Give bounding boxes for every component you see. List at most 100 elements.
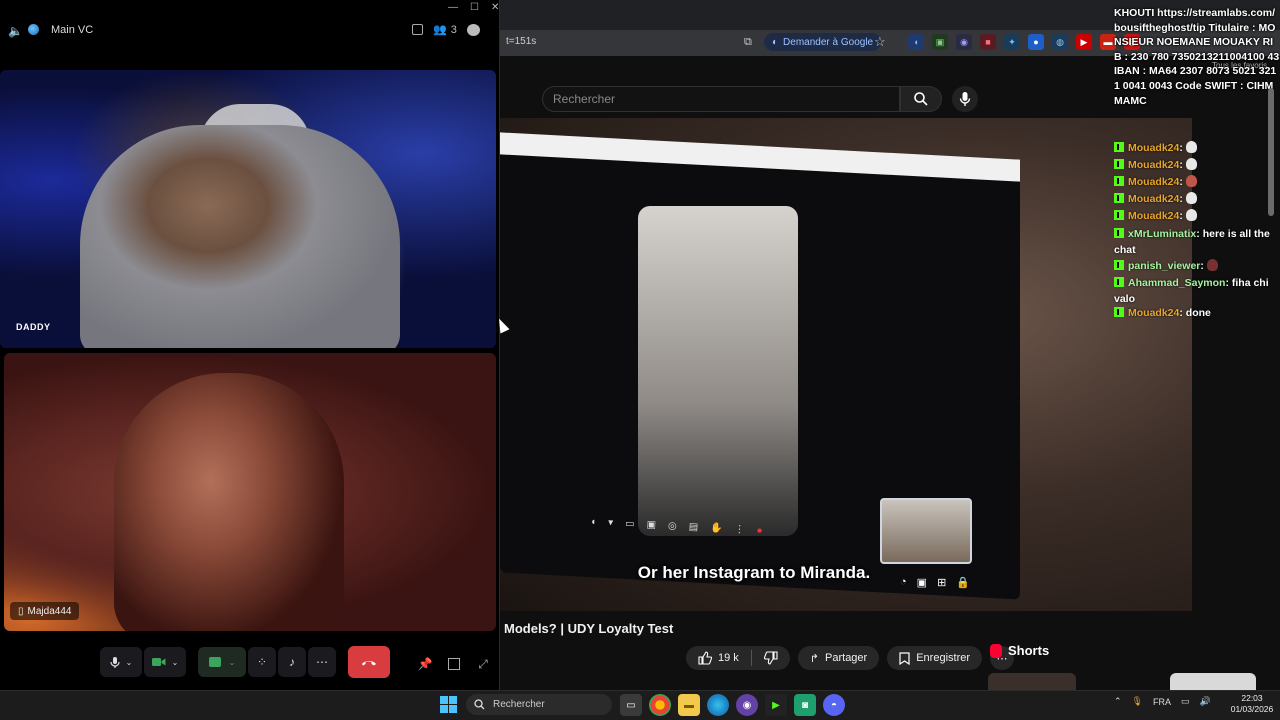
- screen-share-button[interactable]: ⌄: [198, 647, 246, 677]
- pin-icon: 📌: [417, 657, 433, 671]
- kick-badge-icon: [1114, 159, 1124, 169]
- chat-message: panish_viewer:: [1114, 258, 1278, 274]
- chat-message: Mouadk24:: [1114, 140, 1278, 156]
- kick-badge-icon: [1114, 307, 1124, 317]
- speaker-icon: 🔈: [8, 24, 23, 38]
- voice-search-button[interactable]: [952, 86, 978, 112]
- taskbar-apps: ▭ ▬ ◉ ▶ ◙ ◓: [620, 694, 845, 716]
- minimize-icon[interactable]: —: [448, 2, 458, 13]
- close-icon[interactable]: ✕: [491, 2, 499, 13]
- chat-message: Mouadk24:: [1114, 191, 1278, 207]
- search-icon: [474, 699, 485, 710]
- chat-username[interactable]: Mouadk24: [1128, 193, 1179, 205]
- share-icon: ↱: [809, 652, 820, 665]
- chat-username[interactable]: Mouadk24: [1128, 176, 1179, 188]
- chat-message: Mouadk24: done: [1114, 305, 1278, 321]
- chat-message: xMrLuminatix: here is all the chat: [1114, 226, 1278, 258]
- file-explorer-icon[interactable]: ▬: [678, 694, 700, 716]
- participant-video-tile[interactable]: [0, 70, 496, 348]
- language-indicator[interactable]: FRA: [1153, 697, 1171, 707]
- windows-start-button[interactable]: [440, 696, 457, 713]
- video-player[interactable]: ◖ ▾ ▭ ▣ ◎ ▤ ✋ ⋮ ● Or her Instagram to Miranda. ◔…: [500, 118, 1192, 611]
- chat-separator: :: [1179, 142, 1186, 154]
- chat-message: Ahammad_Saymon: fiha chi valo: [1114, 275, 1278, 307]
- more-options-button[interactable]: ⋯: [308, 647, 336, 677]
- chat-username[interactable]: xMrLuminatix: [1128, 228, 1196, 240]
- discord-icon[interactable]: ◓: [823, 694, 845, 716]
- screen-share-icon: [208, 657, 221, 667]
- thumbs-down-icon[interactable]: [763, 651, 778, 665]
- chat-username[interactable]: Mouadk24: [1128, 159, 1179, 171]
- chat-bubble-icon[interactable]: [466, 23, 480, 36]
- activities-button[interactable]: ⁘: [248, 647, 276, 677]
- chat-username[interactable]: Mouadk24: [1128, 210, 1179, 222]
- kick-badge-icon: [1114, 176, 1124, 186]
- extension-icon[interactable]: ◍: [1052, 34, 1068, 50]
- participants-button[interactable]: 👥 3: [433, 23, 457, 37]
- android-app-icon[interactable]: ◙: [794, 694, 816, 716]
- youtube-search-button[interactable]: [900, 86, 942, 112]
- kick-badge-icon: [1114, 193, 1124, 203]
- twitch-app-icon[interactable]: ◉: [736, 694, 758, 716]
- extension-icon[interactable]: ●: [1028, 34, 1044, 50]
- chat-username[interactable]: Mouadk24: [1128, 307, 1179, 319]
- chevron-up-icon[interactable]: ⌃: [1114, 696, 1122, 707]
- like-button[interactable]: 19 k: [686, 646, 790, 670]
- activity-icon[interactable]: [412, 24, 423, 35]
- mute-button[interactable]: ⌄: [100, 647, 142, 677]
- url-text[interactable]: t=151s: [506, 36, 536, 47]
- chat-emote-icon: [1185, 141, 1197, 153]
- youtube-search-input[interactable]: Rechercher: [542, 86, 900, 112]
- extension-icon[interactable]: ◖: [908, 34, 924, 50]
- chat-username[interactable]: Ahammad_Saymon: [1128, 277, 1225, 289]
- maximize-icon[interactable]: ☐: [470, 2, 479, 13]
- hang-up-icon: [362, 661, 376, 666]
- microphone-icon[interactable]: 🎙: [1132, 696, 1143, 707]
- chevron-down-icon[interactable]: ⌄: [172, 658, 179, 667]
- participant-video-tile[interactable]: [4, 353, 496, 631]
- save-button[interactable]: Enregistrer: [887, 646, 983, 670]
- pin-button[interactable]: 📌: [414, 649, 436, 679]
- extension-icon[interactable]: ✦: [1004, 34, 1020, 50]
- participant-video: [80, 125, 400, 348]
- kick-badge-icon: [1114, 142, 1124, 152]
- volume-icon[interactable]: 🔊: [1200, 696, 1211, 707]
- edge-icon[interactable]: [707, 694, 729, 716]
- participant-video: [114, 373, 344, 631]
- chevron-down-icon[interactable]: ⌄: [229, 658, 236, 667]
- extension-icon[interactable]: ■: [980, 34, 996, 50]
- taskbar-search-box[interactable]: Rechercher: [466, 694, 612, 715]
- chrome-icon[interactable]: [649, 694, 671, 716]
- chat-emote-icon: [1185, 209, 1197, 221]
- ask-google-button[interactable]: ◐ Demander à Google: [764, 33, 882, 51]
- shorts-section-title: Shorts: [990, 643, 1049, 658]
- bookmark-icon: [899, 651, 910, 665]
- chevron-down-icon[interactable]: ⌄: [126, 658, 133, 667]
- bookmark-star-icon[interactable]: ☆: [874, 34, 886, 50]
- disconnect-button[interactable]: [348, 646, 390, 678]
- share-button[interactable]: ↱ Partager: [797, 646, 880, 670]
- participant-name: DADDY: [16, 322, 51, 332]
- camera-button[interactable]: ⌄: [144, 647, 186, 677]
- camera-icon: [151, 658, 166, 666]
- soundboard-icon: ♪: [289, 655, 295, 669]
- short-thumbnail[interactable]: [988, 673, 1076, 691]
- window-controls: — ☐ ✕: [448, 2, 499, 13]
- extension-icon[interactable]: ▣: [932, 34, 948, 50]
- search-icon: [914, 92, 928, 106]
- youtube-extension-icon[interactable]: ▶: [1076, 34, 1092, 50]
- kick-app-icon[interactable]: ▶: [765, 694, 787, 716]
- chat-separator: :: [1200, 260, 1207, 272]
- taskbar-clock[interactable]: 22:03 01/03/2026: [1226, 693, 1278, 715]
- fullscreen-button[interactable]: ⤢: [472, 649, 494, 679]
- extension-icon[interactable]: ◉: [956, 34, 972, 50]
- pop-out-button[interactable]: [443, 649, 465, 679]
- chat-separator: :: [1179, 210, 1186, 222]
- chat-username[interactable]: Mouadk24: [1128, 142, 1179, 154]
- chat-username[interactable]: panish_viewer: [1128, 260, 1200, 272]
- task-view-icon[interactable]: ▭: [620, 694, 642, 716]
- video-actions: 19 k ↱ Partager Enregistrer ⋯: [686, 646, 1015, 670]
- cast-icon[interactable]: ⧉: [744, 36, 752, 49]
- network-icon[interactable]: ▭: [1181, 696, 1190, 707]
- soundboard-button[interactable]: ♪: [278, 647, 306, 677]
